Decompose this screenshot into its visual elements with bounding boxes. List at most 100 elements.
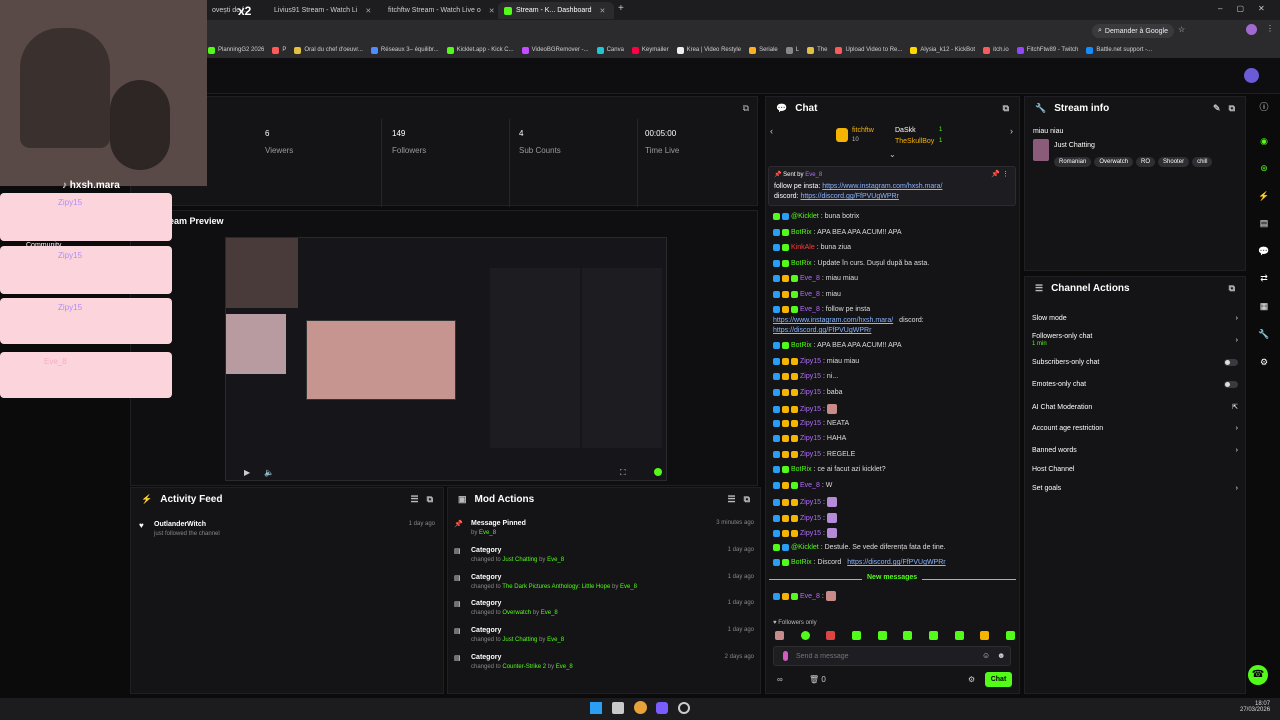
bookmark[interactable]: itch.io (983, 46, 1009, 54)
host-channel-row[interactable]: Host Channel (1032, 466, 1238, 473)
bookmark[interactable]: Seriale (749, 46, 778, 54)
mod-action-value[interactable]: Overwatch (502, 610, 531, 616)
chat-send-button[interactable]: Chat (985, 672, 1012, 687)
target-icon[interactable]: ⊛ (1255, 163, 1273, 179)
tag[interactable]: RO (1136, 157, 1156, 167)
bookmark[interactable]: Keymailer (631, 46, 669, 54)
bookmark[interactable]: Krea | Video Restyle (676, 46, 741, 54)
mod-action-user[interactable]: Eve_8 (620, 584, 637, 590)
mod-action-value[interactable]: Counter-Strike 2 (502, 664, 546, 670)
emote-icon[interactable] (903, 631, 913, 640)
bookmark[interactable]: Réseaux 3– équilibr... (370, 46, 439, 54)
bookmark[interactable]: Battle.net support -... (1086, 46, 1152, 54)
chevron-down-icon[interactable]: ⌄ (889, 150, 896, 159)
windows-start-icon[interactable] (590, 702, 602, 714)
instagram-link[interactable]: https://www.instagram.com/hxsh.mara/ (822, 183, 942, 190)
calendar-icon[interactable]: ▦ (1255, 301, 1273, 317)
popout-icon[interactable]: ⧉ (427, 494, 433, 505)
emote-icon[interactable] (800, 631, 810, 640)
emote-icon[interactable] (954, 631, 964, 640)
tag[interactable]: Overwatch (1094, 157, 1134, 167)
chrome-icon[interactable] (634, 701, 647, 714)
followers-only-row[interactable]: Followers-only chat 1 min › (1032, 333, 1238, 347)
bookmark[interactable]: P (272, 46, 286, 54)
tag[interactable]: Shooter (1158, 157, 1190, 167)
stream-preview-video[interactable]: ▶ 🔈 ⛶ (225, 237, 667, 481)
emote-icon[interactable] (851, 631, 861, 640)
bookmark[interactable]: Alysia_k12 - KickBot (910, 46, 975, 54)
mod-action-value[interactable]: Eve_8 (479, 530, 496, 536)
activity-user[interactable]: OutlanderWitch (154, 521, 206, 528)
bookmark[interactable]: PlanningG2 2026 (208, 46, 264, 54)
bookmark[interactable]: Oral du chef d'oeuvr... (294, 46, 363, 54)
settings-icon[interactable]: ☻ (997, 651, 1005, 660)
stream-category[interactable]: Just Chatting (1054, 142, 1095, 149)
chevron-left-icon[interactable]: ‹ (770, 126, 773, 136)
loop-icon[interactable]: ∞ (777, 675, 783, 684)
rail-icon[interactable]: ◉ (1255, 136, 1273, 152)
obs-icon[interactable] (678, 702, 690, 714)
transfer-icon[interactable]: ⇄ (1255, 273, 1273, 289)
mod-action-user[interactable]: Eve_8 (556, 664, 573, 670)
play-icon[interactable]: ▶ (244, 468, 250, 477)
account-age-row[interactable]: Account age restriction › (1032, 425, 1238, 432)
wrench-icon[interactable]: 🔧 (1255, 329, 1273, 345)
filter-icon[interactable]: ☰ (727, 494, 735, 505)
lightning-icon[interactable]: ⚡ (1255, 191, 1273, 207)
discord-link[interactable]: https://discord.gg/FfPVUgWPRr (847, 559, 945, 566)
bookmark[interactable]: The (807, 46, 827, 54)
top-gifter-name[interactable]: TheSkullBoy (895, 138, 934, 145)
popout-icon[interactable]: ⧉ (1229, 283, 1235, 294)
system-clock[interactable]: 18:07 27/03/2026 (1240, 701, 1270, 713)
star-icon[interactable]: ☆ (1178, 25, 1185, 34)
mod-action-value[interactable]: Just Chatting (502, 637, 537, 643)
bookmark[interactable]: Kicklet.app - Kick C... (446, 46, 514, 54)
bookmark[interactable]: L (785, 46, 799, 54)
browser-tab-active[interactable]: Stream - K... Dashboard ✕ (498, 2, 614, 19)
emote-picker-icon[interactable]: ☺ (982, 651, 990, 660)
filter-icon[interactable]: ☰ (410, 494, 418, 505)
emotes-only-toggle[interactable] (1224, 381, 1238, 388)
emote-icon[interactable] (775, 631, 784, 640)
emote-icon[interactable] (826, 631, 836, 640)
discord-icon[interactable] (656, 702, 668, 714)
discord-link[interactable]: https://discord.gg/FfPVUgWPRr (773, 327, 871, 334)
edit-icon[interactable]: ✎ (1213, 103, 1221, 114)
popout-icon[interactable]: ⧉ (1229, 103, 1235, 114)
browser-tab[interactable]: Livius91 Stream - Watch Li ✕ (264, 2, 374, 19)
top-gifter-name[interactable]: fitchftw (852, 127, 874, 134)
file-explorer-icon[interactable] (612, 702, 624, 714)
bookmark[interactable]: Upload Video to Re... (835, 46, 902, 54)
popout-icon[interactable]: ⧉ (744, 494, 750, 505)
slow-mode-row[interactable]: Slow mode › (1032, 315, 1238, 322)
tag[interactable]: chill (1192, 157, 1213, 167)
discord-link[interactable]: https://discord.gg/FfPVUgWPRr (800, 193, 898, 200)
ask-google-button[interactable]: ⌕ Demander à Google (1092, 24, 1174, 38)
popout-icon[interactable]: ⧉ (1003, 103, 1009, 114)
emote-icon[interactable] (877, 631, 887, 640)
profile-avatar[interactable] (1246, 24, 1257, 35)
browser-tab[interactable]: fitchftw Stream - Watch Live o ✕ (378, 2, 494, 19)
bookmark[interactable]: Canva (596, 46, 624, 54)
bookmark[interactable]: FitchFtw89 - Twitch (1016, 46, 1078, 54)
emote-icon[interactable] (1005, 631, 1015, 640)
close-icon[interactable]: ✕ (599, 7, 605, 15)
fullscreen-icon[interactable]: ⛶ (620, 468, 626, 478)
chat-input[interactable] (796, 650, 966, 663)
emote-icon[interactable] (928, 631, 938, 640)
unpin-icon[interactable]: 📌 ⋮ (991, 170, 1009, 178)
close-icon[interactable]: ✕ (489, 7, 494, 15)
banned-words-row[interactable]: Banned words › (1032, 447, 1238, 454)
ai-moderation-row[interactable]: AI Chat Moderation ⇱ (1032, 403, 1238, 412)
chevron-right-icon[interactable]: › (1010, 126, 1013, 136)
popout-icon[interactable]: ⧉ (743, 102, 749, 114)
window-controls[interactable]: –▢✕ (1218, 4, 1279, 13)
new-messages-label[interactable]: New messages (862, 574, 923, 581)
list-icon[interactable]: ▤ (1255, 218, 1273, 234)
volume-icon[interactable]: 🔈 (264, 468, 274, 477)
mod-action-value[interactable]: The Dark Pictures Anthology: Little Hope (502, 584, 610, 590)
support-chat-icon[interactable]: ☎ (1248, 665, 1268, 685)
instagram-link[interactable]: https://www.instagram.com/hxsh.mara/ (773, 317, 893, 324)
sliders-icon[interactable]: ⚙ (1255, 357, 1273, 373)
tag[interactable]: Romanian (1054, 157, 1092, 167)
